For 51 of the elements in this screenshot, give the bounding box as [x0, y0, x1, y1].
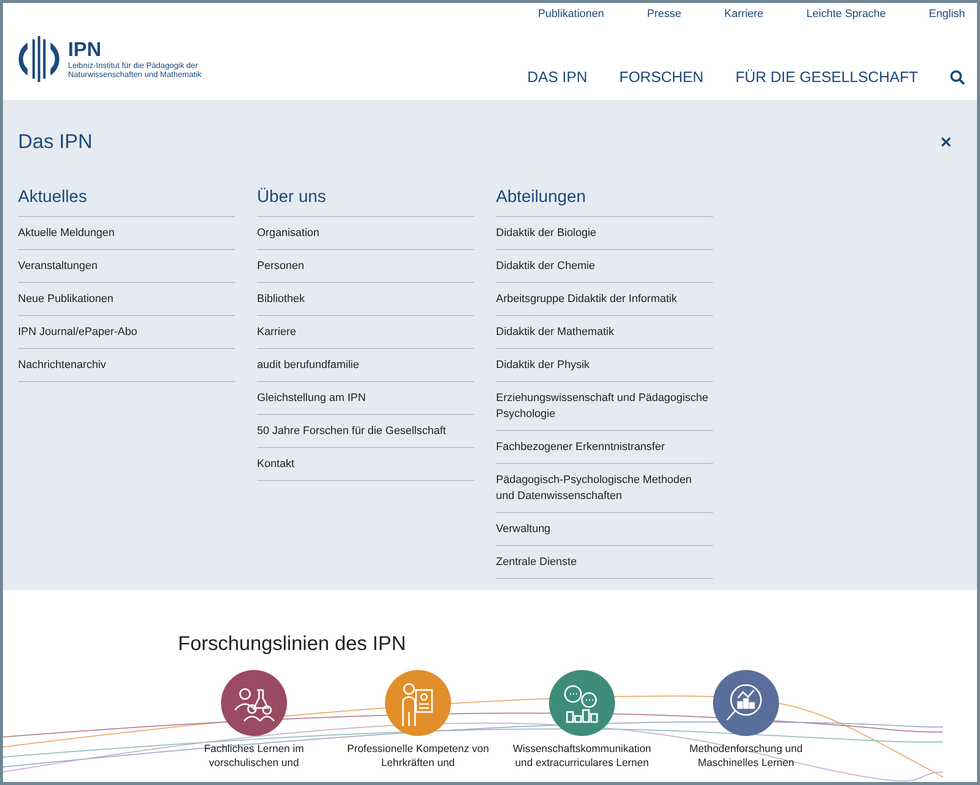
logo-subtitle: Naturwissenschaften und Mathematik: [68, 70, 202, 79]
close-icon: [941, 137, 951, 147]
menu-link[interactable]: Zentrale Dienste: [496, 546, 713, 579]
top-link[interactable]: Publikationen: [538, 8, 604, 20]
research-line-label[interactable]: Methodenforschung und Maschinelles Lernen: [671, 742, 821, 770]
menu-link[interactable]: Didaktik der Physik: [496, 349, 713, 382]
menu-link[interactable]: IPN Journal/ePaper-Abo: [18, 316, 235, 349]
menu-link[interactable]: Fachbezogener Erkenntnistransfer: [496, 431, 713, 464]
menu-link[interactable]: Didaktik der Mathematik: [496, 316, 713, 349]
search-icon: [950, 70, 965, 85]
menu-link[interactable]: Pädagogisch-Psychologische Methoden und Datenwissenschaften: [496, 464, 713, 513]
people-flask-icon[interactable]: [221, 670, 287, 736]
section-heading: Forschungslinien des IPN: [178, 633, 407, 656]
menu-link[interactable]: Didaktik der Biologie: [496, 217, 713, 250]
menu-link[interactable]: Erziehungswissenschaft und Pädagogische Psychologie: [496, 382, 713, 431]
menu-link[interactable]: Verwaltung: [496, 513, 713, 546]
nav-link[interactable]: FÜR DIE GESELLSCHAFT: [735, 69, 918, 86]
logo-subtitle: Leibniz-Institut für die Pädagogik der: [68, 61, 199, 70]
menu-link[interactable]: Arbeitsgruppe Didaktik der Informatik: [496, 283, 713, 316]
menu-link[interactable]: Neue Publikationen: [18, 283, 235, 316]
menu-link[interactable]: Nachrichtenarchiv: [18, 349, 235, 382]
chat-chart-icon[interactable]: [549, 670, 615, 736]
menu-link[interactable]: Karriere: [257, 316, 474, 349]
menu-link[interactable]: Bibliothek: [257, 283, 474, 316]
menu-title: Das IPN: [18, 130, 92, 154]
menu-link[interactable]: Veranstaltungen: [18, 250, 235, 283]
magnifier-chart-icon[interactable]: [713, 670, 779, 736]
menu-link[interactable]: Organisation: [257, 217, 474, 250]
menu-link[interactable]: audit berufundfamilie: [257, 349, 474, 382]
top-link[interactable]: Presse: [647, 8, 682, 20]
menu-link[interactable]: Didaktik der Chemie: [496, 250, 713, 283]
research-line-label[interactable]: Wissenschaftskommunikation und extracurriculares Lernen: [507, 742, 657, 770]
search-button[interactable]: [950, 70, 965, 85]
close-button[interactable]: [941, 137, 951, 147]
menu-link[interactable]: 50 Jahre Forschen für die Gesellschaft: [257, 415, 474, 448]
menu-link[interactable]: Aktuelle Meldungen: [18, 217, 235, 250]
top-link[interactable]: English: [928, 8, 965, 20]
nav-link[interactable]: FORSCHEN: [619, 69, 704, 86]
research-line-label[interactable]: Fachliches Lernen im vorschulischen und: [179, 742, 329, 770]
column-heading: Über uns: [257, 187, 474, 217]
research-line-label[interactable]: Professionelle Kompetenz von Lehrkräften und: [343, 742, 493, 770]
top-link[interactable]: Karriere: [724, 8, 764, 20]
person-certificate-icon[interactable]: [385, 670, 451, 736]
top-link[interactable]: Leichte Sprache: [806, 8, 886, 20]
menu-link[interactable]: Personen: [257, 250, 474, 283]
logo-name: IPN: [68, 39, 102, 61]
column-heading: Aktuelles: [18, 187, 235, 217]
column-heading: Abteilungen: [496, 187, 713, 217]
nav-link[interactable]: DAS IPN: [527, 69, 588, 86]
menu-link[interactable]: Kontakt: [257, 448, 474, 481]
menu-link[interactable]: Gleichstellung am IPN: [257, 382, 474, 415]
